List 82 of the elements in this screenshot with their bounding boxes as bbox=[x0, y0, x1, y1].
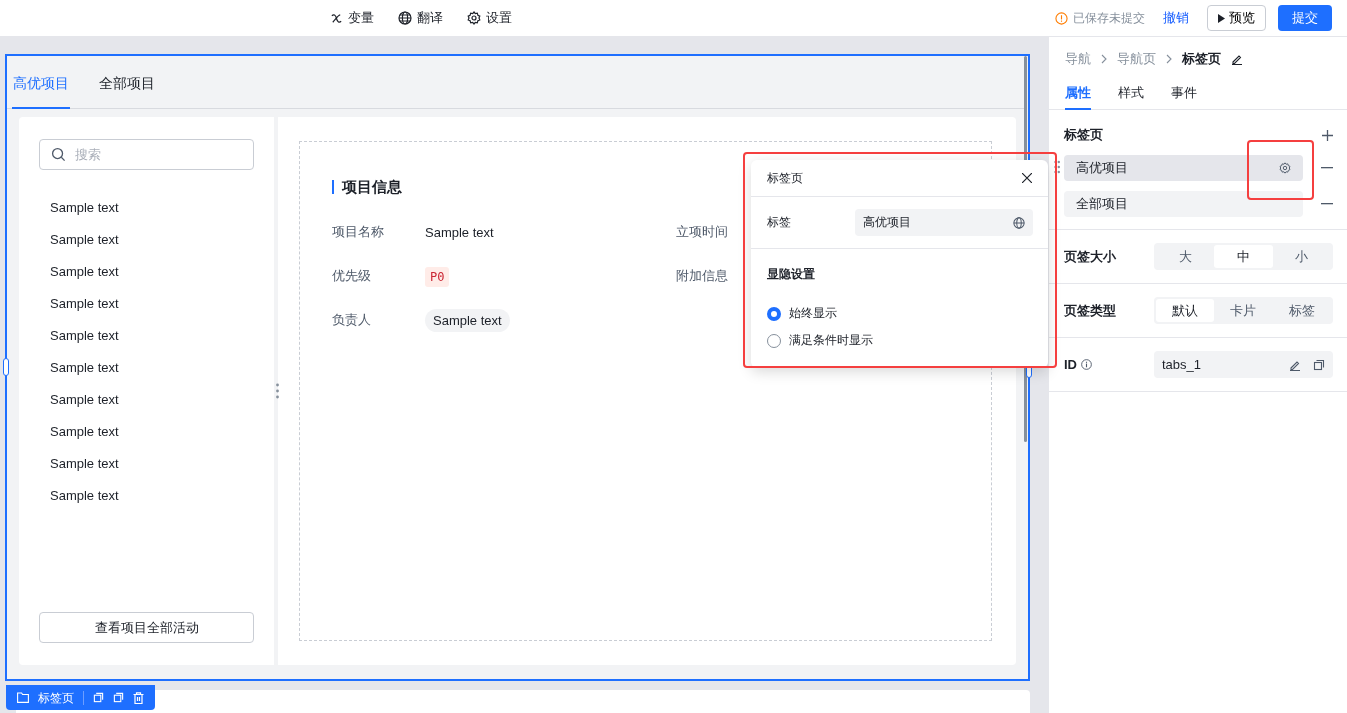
list-item[interactable]: Sample text bbox=[39, 256, 254, 288]
tab[interactable]: 事件 bbox=[1171, 73, 1197, 110]
list-item[interactable]: Sample text bbox=[39, 384, 254, 416]
close-icon[interactable] bbox=[1022, 173, 1032, 183]
highlight-frame bbox=[1247, 140, 1314, 200]
tab[interactable]: 全部项目 bbox=[98, 56, 156, 109]
field-label: 标签 bbox=[767, 214, 792, 231]
drag-handle-icon[interactable] bbox=[276, 383, 279, 399]
copy-icon[interactable] bbox=[1313, 358, 1325, 371]
label-field[interactable]: 高优项目 bbox=[855, 209, 1033, 236]
list-item[interactable]: Sample text bbox=[39, 320, 254, 352]
search-field[interactable]: 搜索 bbox=[39, 139, 254, 170]
settings-icon[interactable] bbox=[1279, 162, 1291, 174]
section-title: 项目信息 bbox=[332, 180, 402, 194]
copy-icon[interactable] bbox=[93, 692, 104, 703]
priority-tag: P0 bbox=[425, 266, 450, 287]
component-name: 标签页 bbox=[38, 690, 84, 705]
toolbar-button[interactable]: 翻译 bbox=[398, 9, 443, 27]
property-label: 页签类型 bbox=[1064, 301, 1117, 320]
segment-option[interactable]: 大 bbox=[1156, 245, 1215, 268]
tab-page-item[interactable]: 全部项目 bbox=[1064, 191, 1303, 217]
popover-title: 标签页 bbox=[767, 169, 803, 187]
toolbar-button[interactable]: 变量 bbox=[330, 9, 374, 27]
list-item[interactable]: Sample text bbox=[39, 224, 254, 256]
radio-button[interactable] bbox=[767, 333, 781, 348]
field-label: 附加信息 bbox=[676, 267, 729, 285]
trash-icon[interactable] bbox=[133, 691, 144, 704]
tab-page-name: 全部项目 bbox=[1076, 195, 1128, 213]
list-item[interactable]: Sample text bbox=[39, 480, 254, 512]
variable-icon bbox=[330, 11, 343, 25]
field-label: 负责人 bbox=[332, 311, 372, 329]
tab[interactable]: 样式 bbox=[1118, 73, 1144, 110]
edit-icon[interactable] bbox=[1231, 53, 1243, 65]
view-all-activity-button[interactable]: 查看项目全部活动 bbox=[39, 612, 254, 643]
add-icon[interactable] bbox=[1322, 129, 1333, 141]
section-title: 标签页 bbox=[1064, 126, 1103, 144]
list-item[interactable]: Sample text bbox=[39, 416, 254, 448]
section-title: 显隐设置 bbox=[767, 266, 816, 283]
drag-handle-icon[interactable] bbox=[1054, 159, 1060, 174]
field-label: 项目名称 bbox=[332, 223, 385, 241]
preview-button[interactable]: 预览 bbox=[1207, 5, 1266, 31]
submit-button[interactable]: 提交 bbox=[1278, 5, 1332, 31]
tab[interactable]: 属性 bbox=[1065, 73, 1091, 110]
radio-option[interactable]: 始终显示 bbox=[767, 300, 1032, 327]
list-item[interactable]: Sample text bbox=[39, 448, 254, 480]
breadcrumb-item[interactable]: 导航 bbox=[1065, 50, 1091, 68]
warning-icon bbox=[1055, 11, 1068, 25]
property-label: 页签大小 bbox=[1064, 247, 1117, 266]
segment-option[interactable]: 标签 bbox=[1272, 299, 1331, 322]
settings-icon bbox=[467, 11, 481, 25]
segment-option[interactable]: 默认 bbox=[1156, 299, 1215, 322]
radio-option[interactable]: 满足条件时显示 bbox=[767, 327, 1032, 354]
list-item[interactable]: Sample text bbox=[39, 352, 254, 384]
save-status: 已保存未提交 bbox=[1073, 9, 1145, 27]
person-chip: Sample text bbox=[425, 308, 510, 332]
breadcrumb-item[interactable]: 标签页 bbox=[1182, 50, 1221, 68]
duplicate-icon[interactable] bbox=[113, 692, 124, 703]
chevron-icon bbox=[1101, 54, 1107, 64]
id-field[interactable]: tabs_1 bbox=[1154, 351, 1333, 378]
segment-option[interactable]: 小 bbox=[1272, 245, 1331, 268]
search-icon bbox=[51, 147, 66, 162]
radio-button[interactable] bbox=[767, 306, 781, 321]
tab-page-item[interactable]: 高优项目 bbox=[1064, 155, 1303, 181]
field-value: Sample text bbox=[425, 224, 495, 240]
globe-icon bbox=[398, 11, 412, 25]
tab[interactable]: 高优项目 bbox=[12, 56, 70, 109]
play-icon bbox=[1218, 13, 1225, 23]
undo-link[interactable]: 撤销 bbox=[1157, 8, 1195, 28]
segment-option[interactable]: 中 bbox=[1214, 245, 1273, 268]
tab-page-name: 高优项目 bbox=[1076, 159, 1128, 177]
list-item[interactable]: Sample text bbox=[39, 288, 254, 320]
chevron-icon bbox=[1166, 54, 1172, 64]
list-item[interactable]: Sample text bbox=[39, 192, 254, 224]
segment-option[interactable]: 卡片 bbox=[1214, 299, 1273, 322]
field-label: 优先级 bbox=[332, 267, 372, 285]
field-label: 立项时间 bbox=[676, 223, 729, 241]
toolbar-button[interactable]: 设置 bbox=[467, 9, 512, 27]
info-icon bbox=[1081, 359, 1092, 370]
globe-icon[interactable] bbox=[1013, 216, 1025, 229]
property-label: ID bbox=[1064, 357, 1077, 372]
resize-handle[interactable] bbox=[3, 358, 9, 376]
folder-icon bbox=[17, 692, 29, 703]
